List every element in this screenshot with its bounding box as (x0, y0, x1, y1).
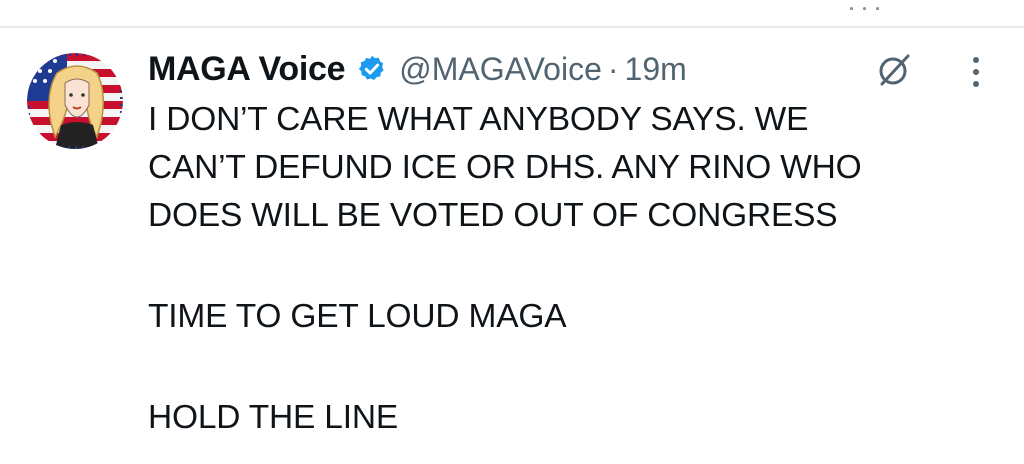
tweet-line: I DON’T CARE WHAT ANYBODY SAYS. WE (148, 101, 809, 138)
timestamp[interactable]: 19m (625, 51, 687, 88)
separator-dot: · (607, 50, 619, 87)
verified-badge-icon (359, 55, 384, 80)
tweet-line: DOES WILL BE VOTED OUT OF CONGRESS (148, 197, 838, 234)
tweet-line: TIME TO GET LOUD MAGA (148, 298, 567, 335)
tweet-line: CAN’T DEFUND ICE OR DHS. ANY RINO WHO (148, 149, 862, 186)
tweet-text: I DON’T CARE WHAT ANYBODY SAYS. WE CAN’T… (148, 96, 988, 442)
more-vertical-icon[interactable] (964, 52, 988, 92)
tweet-header: MAGA Voice @MAGAVoice · 19m (148, 44, 687, 94)
tweet-line: HOLD THE LINE (148, 399, 398, 436)
previous-tweet-action-icons (850, 0, 910, 10)
avatar-illustration-icon (27, 53, 123, 149)
grok-icon[interactable] (874, 50, 914, 90)
tweet-paragraph: TIME TO GET LOUD MAGA (148, 293, 988, 341)
handle[interactable]: @MAGAVoice (399, 51, 602, 88)
tweet-paragraph: HOLD THE LINE (148, 394, 988, 442)
tweet-paragraph: I DON’T CARE WHAT ANYBODY SAYS. WE CAN’T… (148, 96, 988, 240)
avatar[interactable] (27, 53, 123, 149)
top-divider (0, 26, 1024, 28)
display-name[interactable]: MAGA Voice (148, 50, 346, 89)
